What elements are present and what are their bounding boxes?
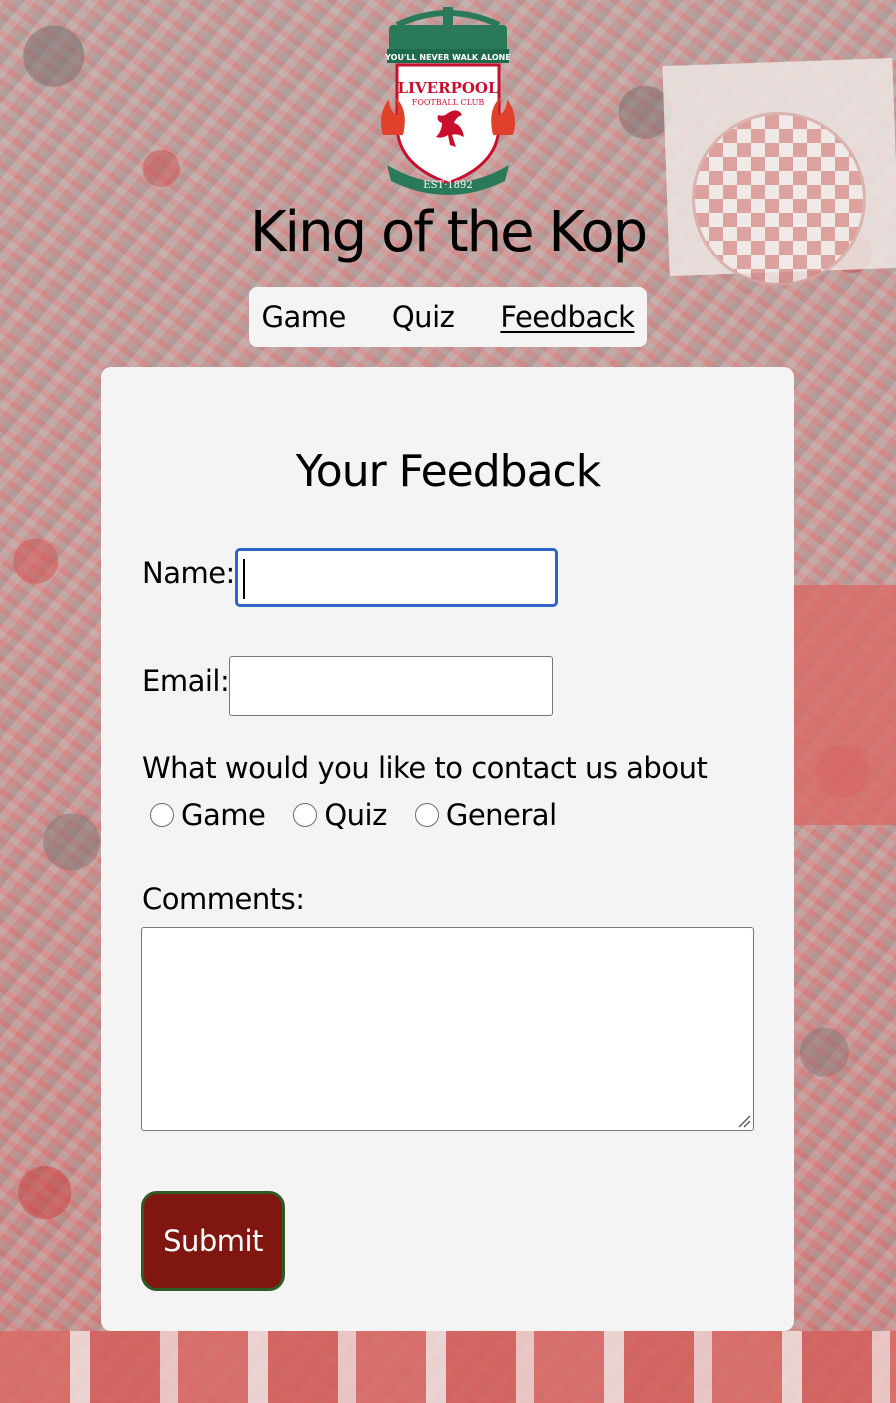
submit-button[interactable]: Submit	[141, 1191, 285, 1291]
liverpool-crest-logo: YOU'LL NEVER WALK ALONE LIVERPOOL FOOTBA…	[381, 7, 515, 195]
nav-link-quiz[interactable]: Quiz	[392, 300, 455, 334]
comments-textarea[interactable]	[141, 927, 754, 1131]
crest-name: LIVERPOOL	[397, 79, 499, 97]
radio-option-game[interactable]: Game	[150, 798, 266, 832]
email-input[interactable]	[229, 656, 553, 716]
main-nav: Game Quiz Feedback	[249, 287, 647, 347]
crowd-banner	[794, 585, 896, 825]
contact-topic-question: What would you like to contact us about	[142, 751, 708, 785]
site-title: King of the Kop	[249, 200, 648, 265]
name-input[interactable]	[235, 548, 558, 607]
comments-label: Comments:	[142, 882, 305, 916]
crest-est: EST·1892	[423, 180, 472, 191]
radio-label-general[interactable]: General	[446, 798, 557, 832]
radio-option-quiz[interactable]: Quiz	[293, 798, 387, 832]
radio-button-quiz[interactable]	[293, 803, 318, 827]
radio-label-game[interactable]: Game	[181, 798, 266, 832]
text-caret	[243, 559, 245, 599]
name-label: Name:	[142, 556, 235, 590]
feedback-form-title: Your Feedback	[295, 446, 601, 497]
radio-button-game[interactable]	[150, 803, 174, 827]
crowd-banner-bottom	[0, 1331, 896, 1403]
feedback-card	[101, 367, 794, 1331]
radio-option-general[interactable]: General	[414, 798, 557, 832]
crest-motto: YOU'LL NEVER WALK ALONE	[384, 53, 511, 62]
resize-grip-icon[interactable]	[737, 1114, 751, 1128]
radio-button-general[interactable]	[414, 803, 439, 827]
radio-label-quiz[interactable]: Quiz	[324, 798, 387, 832]
crest-club: FOOTBALL CLUB	[412, 98, 485, 107]
email-label: Email:	[142, 664, 230, 698]
nav-link-feedback[interactable]: Feedback	[500, 300, 635, 334]
nav-link-game[interactable]: Game	[262, 300, 347, 334]
contact-topic-group: Game Quiz General	[150, 793, 585, 837]
